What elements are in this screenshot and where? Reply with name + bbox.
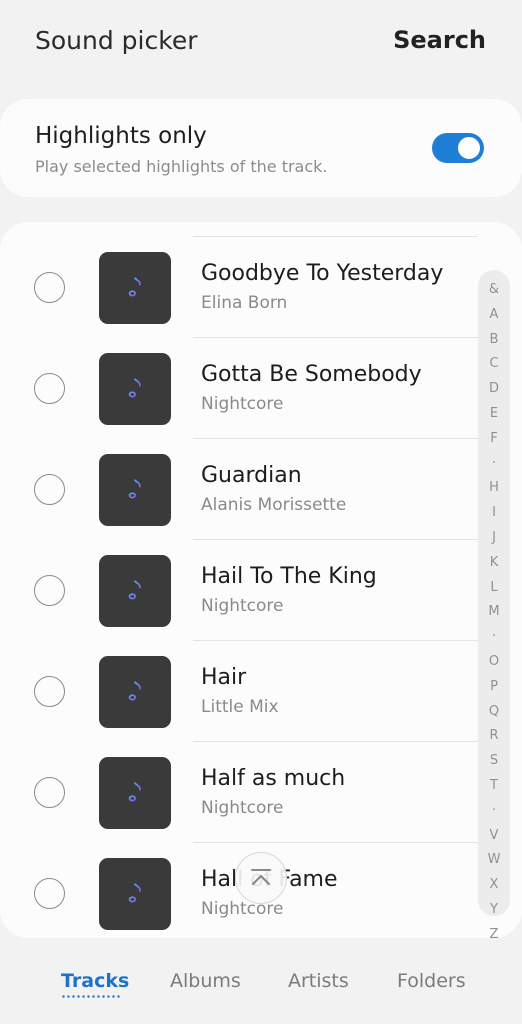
track-thumbnail — [99, 858, 171, 930]
track-title: Gotta Be Somebody — [201, 362, 422, 387]
track-title: Hail To The King — [201, 564, 377, 589]
index-letter[interactable]: Z — [490, 923, 499, 948]
index-letter[interactable]: P — [490, 675, 498, 700]
track-select-radio[interactable] — [34, 474, 65, 505]
index-letter[interactable]: · — [492, 452, 496, 477]
index-letter[interactable]: J — [492, 526, 496, 551]
tab-tracks[interactable]: Tracks — [61, 970, 129, 992]
highlights-card: Highlights only Play selected highlights… — [0, 99, 522, 197]
index-letter[interactable]: W — [488, 848, 501, 873]
scroll-to-top-button[interactable] — [235, 852, 287, 904]
track-select-radio[interactable] — [34, 676, 65, 707]
index-letter[interactable]: O — [489, 650, 499, 675]
index-letter[interactable]: T — [490, 774, 498, 799]
track-thumbnail — [99, 656, 171, 728]
track-list: Goodbye To Yesterday Elina Born Gotta Be… — [0, 222, 522, 938]
music-note-icon — [128, 277, 141, 297]
track-title: Guardian — [201, 463, 302, 488]
toggle-knob — [456, 135, 482, 161]
track-title: Goodbye To Yesterday — [201, 261, 444, 286]
search-button[interactable]: Search — [393, 26, 486, 54]
track-title: Half as much — [201, 766, 346, 791]
track-select-radio[interactable] — [34, 878, 65, 909]
tab-artists[interactable]: Artists — [288, 970, 349, 992]
track-thumbnail — [99, 353, 171, 425]
track-thumbnail — [99, 555, 171, 627]
index-letter[interactable]: K — [490, 551, 499, 576]
track-artist: Elina Born — [201, 293, 288, 313]
track-artist: Nightcore — [201, 899, 284, 919]
index-letter[interactable]: L — [490, 576, 497, 601]
index-letter[interactable]: A — [490, 303, 499, 328]
index-letter[interactable]: R — [489, 724, 498, 749]
tab-albums[interactable]: Albums — [170, 970, 241, 992]
index-letter[interactable]: Q — [489, 700, 499, 725]
tab-folders[interactable]: Folders — [397, 970, 466, 992]
music-note-icon — [128, 378, 141, 398]
track-row[interactable]: Half as much Nightcore — [0, 742, 480, 843]
index-letter[interactable]: C — [489, 352, 498, 377]
track-select-radio[interactable] — [34, 777, 65, 808]
track-artist: Nightcore — [201, 596, 284, 616]
track-artist: Alanis Morissette — [201, 495, 347, 515]
track-row[interactable]: Hail To The King Nightcore — [0, 540, 480, 641]
track-thumbnail — [99, 454, 171, 526]
track-select-radio[interactable] — [34, 575, 65, 606]
alphabet-index-bar[interactable]: & A B C D E F · H I J K L M · O P Q R S T · V W X Y Z — [478, 270, 510, 942]
music-note-icon — [128, 580, 141, 600]
index-letter[interactable]: · — [492, 625, 496, 650]
music-note-icon — [128, 681, 141, 701]
index-letter[interactable]: V — [490, 824, 499, 849]
music-note-icon — [128, 782, 141, 802]
music-note-icon — [128, 883, 141, 903]
track-thumbnail — [99, 757, 171, 829]
index-letter[interactable]: H — [489, 476, 499, 501]
track-artist: Nightcore — [201, 798, 284, 818]
track-row[interactable]: Goodbye To Yesterday Elina Born — [0, 237, 480, 338]
index-letter[interactable]: Y — [490, 898, 498, 923]
index-letter[interactable]: M — [488, 600, 499, 625]
track-select-radio[interactable] — [34, 272, 65, 303]
index-letter[interactable]: E — [490, 402, 498, 427]
track-row[interactable]: Guardian Alanis Morissette — [0, 439, 480, 540]
index-letter[interactable]: F — [490, 427, 497, 452]
highlights-toggle[interactable] — [432, 133, 484, 163]
active-tab-indicator — [61, 995, 120, 998]
bottom-tab-bar: Tracks Albums Artists Folders — [0, 950, 522, 1024]
index-letter[interactable]: & — [489, 278, 499, 303]
track-thumbnail — [99, 252, 171, 324]
highlights-subtitle: Play selected highlights of the track. — [35, 157, 328, 176]
track-artist: Nightcore — [201, 394, 284, 414]
index-letter[interactable]: · — [492, 799, 496, 824]
index-letter[interactable]: X — [490, 873, 499, 898]
highlights-title: Highlights only — [35, 123, 207, 149]
track-row[interactable]: Gotta Be Somebody Nightcore — [0, 338, 480, 439]
index-letter[interactable]: D — [489, 377, 499, 402]
page-title: Sound picker — [35, 26, 198, 55]
track-title: Hair — [201, 665, 247, 690]
app-header: Sound picker Search — [0, 0, 522, 86]
index-letter[interactable]: S — [490, 749, 498, 774]
index-letter[interactable]: B — [490, 328, 499, 353]
chevron-up-icon — [251, 869, 271, 886]
music-note-icon — [128, 479, 141, 499]
index-letter[interactable]: I — [492, 501, 496, 526]
track-select-radio[interactable] — [34, 373, 65, 404]
track-row[interactable]: Hair Little Mix — [0, 641, 480, 742]
track-artist: Little Mix — [201, 697, 279, 717]
